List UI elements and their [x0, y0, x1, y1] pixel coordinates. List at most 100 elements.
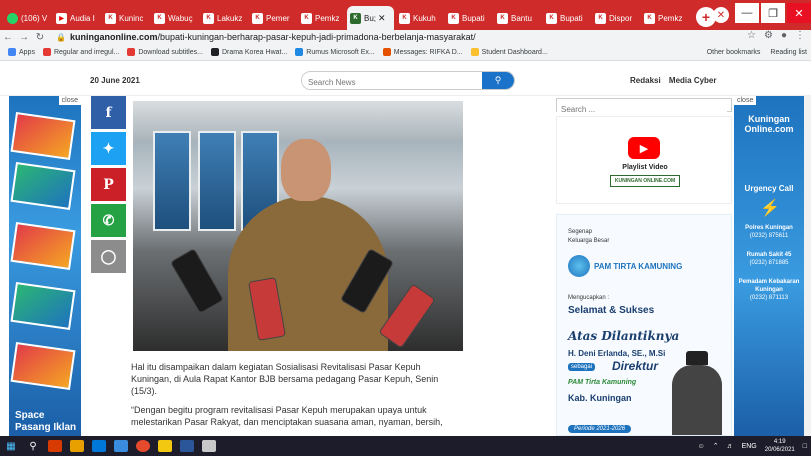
- link-redaksi[interactable]: Redaksi: [630, 76, 661, 85]
- ad-left-label-line2: Pasang Iklan: [15, 422, 77, 433]
- drama-icon: [210, 48, 219, 56]
- app-icon[interactable]: [202, 440, 216, 452]
- close-window-button[interactable]: ✕: [787, 3, 811, 23]
- folder-icon[interactable]: [158, 440, 172, 452]
- left-banner-ad[interactable]: close Space Pasang Iklan: [9, 96, 81, 436]
- browser-tab[interactable]: K Wabuç: [151, 6, 198, 30]
- urgency-entry-phone: (0232) 871885: [749, 260, 789, 266]
- ad-right-brand-line2: Online.com: [744, 124, 794, 134]
- bookmark-item[interactable]: Regular and irregul...: [42, 48, 119, 56]
- share-comment-button[interactable]: ◯: [91, 240, 126, 273]
- bookmarks-bar: Apps Regular and irregul... Download subti…: [0, 44, 811, 61]
- search-icon: ⚲: [494, 75, 502, 85]
- windows-start-icon[interactable]: ▦: [0, 436, 22, 456]
- reading-list[interactable]: Reading list: [770, 49, 807, 56]
- download-icon: [127, 48, 136, 56]
- page-scrollbar[interactable]: [804, 96, 811, 436]
- menu-icon[interactable]: ⋮: [795, 30, 805, 41]
- congrats-atas: Atas Dilantiknya: [568, 329, 680, 343]
- bookmark-label: Student Dashboard...: [481, 48, 548, 56]
- search-input[interactable]: [302, 74, 482, 89]
- browser-tab[interactable]: K Bu; ✕: [347, 6, 394, 30]
- powerpoint-icon[interactable]: [48, 440, 62, 452]
- forward-icon[interactable]: →: [16, 32, 32, 43]
- youtube-play-icon[interactable]: ▶: [628, 137, 660, 159]
- browser-tab[interactable]: K Dispor: [592, 6, 639, 30]
- close-tab-icon[interactable]: ✕: [378, 13, 386, 24]
- congrats-direktur: Direktur: [612, 359, 659, 373]
- urgency-entry-name: Pemadam Kebakaran Kuningan: [738, 279, 800, 293]
- playlist-widget[interactable]: ▶ Playlist Video KUNINGAN ONLINE.COM: [556, 116, 732, 204]
- page-content: close Space Pasang Iklan f ✦ P ✆ ◯ Hal i…: [0, 96, 811, 436]
- right-ad-close[interactable]: close: [734, 96, 757, 105]
- browser-window: (106) V ▶ Audia I K Kuninc K Wabuç K Lakukz K Peme…: [0, 0, 811, 456]
- left-ad-close[interactable]: close: [58, 96, 81, 105]
- tab-title: Pemkz: [315, 13, 340, 23]
- share-facebook-button[interactable]: f: [91, 96, 126, 129]
- link-media-cyber[interactable]: Media Cyber: [669, 76, 717, 85]
- share-pinterest-button[interactable]: P: [91, 168, 126, 201]
- kuningan-online-icon: K: [154, 12, 165, 24]
- clock[interactable]: 4:19 20/06/2021: [765, 438, 795, 454]
- profile-icon[interactable]: ●: [781, 30, 787, 41]
- bookmark-item[interactable]: Messages: RIFKA D...: [382, 48, 463, 56]
- record-icon[interactable]: ✕: [713, 7, 729, 23]
- right-banner-ad[interactable]: close Kuningan Online.com Urgency Call ⚡…: [734, 96, 804, 436]
- edge-icon[interactable]: [92, 440, 106, 452]
- vlc-icon[interactable]: [70, 440, 84, 452]
- windows-taskbar: ▦ ⚲ ☺ ⌃ ♬ ENG 4:19 20/06/2021 □: [0, 436, 811, 456]
- word-icon[interactable]: [180, 440, 194, 452]
- bookmark-item[interactable]: Download subtitles...: [127, 48, 203, 56]
- browser-tab[interactable]: K Pemer: [249, 6, 296, 30]
- browser-tab[interactable]: K Kuninc: [102, 6, 149, 30]
- urgency-entry: Polres Kuningan (0232) 875611: [734, 224, 804, 240]
- bookmark-item[interactable]: Drama Korea Hwat...: [210, 48, 287, 56]
- search-button[interactable]: ⚲: [482, 72, 514, 89]
- ad-thumbnail: [10, 112, 76, 160]
- chrome-icon[interactable]: [136, 440, 150, 452]
- browser-tab[interactable]: K Pemkz: [298, 6, 345, 30]
- pinterest-icon: P: [103, 176, 114, 193]
- browser-tab[interactable]: K Pemkz: [641, 6, 688, 30]
- globe-icon: [42, 48, 51, 56]
- browser-tab[interactable]: ▶ Audia I: [53, 6, 100, 30]
- congrats-sebagai: sebagai: [568, 363, 596, 371]
- congratulation-ad[interactable]: Segenap Keluarga Besar PAM TIRTA KAMUNIN…: [556, 214, 732, 436]
- bookmark-item[interactable]: Rumus Microsoft Ex...: [295, 48, 375, 56]
- volume-icon[interactable]: ♬: [727, 443, 734, 450]
- photo-panel: [198, 131, 236, 231]
- notification-icon[interactable]: □: [803, 443, 807, 450]
- twitter-icon: ✦: [102, 140, 115, 156]
- bookmark-label: Rumus Microsoft Ex...: [306, 48, 375, 56]
- minimize-button[interactable]: —: [735, 3, 759, 23]
- url-field[interactable]: kuninganonline.com/bupati-kuningan-berha…: [70, 32, 476, 42]
- urgency-entry-name: Polres Kuningan: [745, 225, 793, 231]
- playlist-logo: KUNINGAN ONLINE.COM: [610, 175, 680, 187]
- language-indicator[interactable]: ENG: [742, 443, 757, 450]
- browser-tab[interactable]: K Bupati: [445, 6, 492, 30]
- star-icon[interactable]: ☆: [747, 30, 756, 41]
- bookmark-item[interactable]: Apps: [8, 48, 35, 56]
- chevron-up-icon[interactable]: ⌃: [713, 442, 719, 450]
- people-icon[interactable]: ☺: [698, 443, 705, 450]
- search-icon[interactable]: ⚲: [22, 436, 44, 456]
- share-whatsapp-button[interactable]: ✆: [91, 204, 126, 237]
- lock-icon[interactable]: 🔒: [56, 33, 66, 42]
- photo-figure-head: [281, 139, 331, 201]
- browser-tab[interactable]: K Bantu: [494, 6, 541, 30]
- share-twitter-button[interactable]: ✦: [91, 132, 126, 165]
- explorer-icon[interactable]: [114, 440, 128, 452]
- browser-tab[interactable]: K Bupati: [543, 6, 590, 30]
- sidebar-search-input[interactable]: [557, 103, 727, 116]
- bookmark-item[interactable]: Student Dashboard...: [470, 48, 548, 56]
- browser-tab[interactable]: K Kukuh: [396, 6, 443, 30]
- kuningan-online-icon: K: [644, 12, 655, 24]
- other-bookmarks[interactable]: Other bookmarks: [707, 49, 761, 56]
- browser-tab[interactable]: (106) V: [4, 6, 51, 30]
- reload-icon[interactable]: ↻: [32, 32, 48, 43]
- youtube-icon: ▶: [56, 12, 67, 24]
- maximize-button[interactable]: ❐: [761, 3, 785, 23]
- extensions-icon[interactable]: ⚙: [764, 30, 773, 41]
- back-icon[interactable]: ←: [0, 32, 16, 43]
- browser-tab[interactable]: K Lakukz: [200, 6, 247, 30]
